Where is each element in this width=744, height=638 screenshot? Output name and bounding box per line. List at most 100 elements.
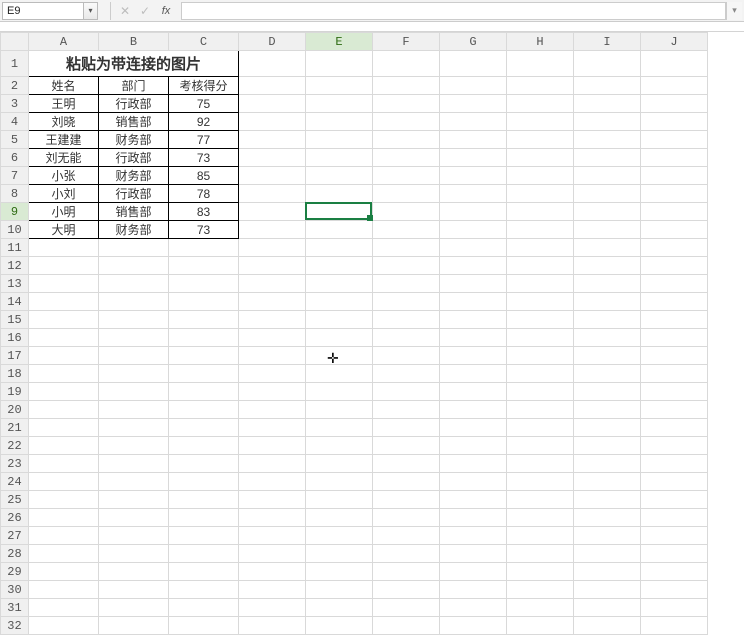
cell-H16[interactable] (507, 329, 574, 347)
cell-B13[interactable] (99, 275, 169, 293)
cell-J22[interactable] (641, 437, 708, 455)
cell-J29[interactable] (641, 563, 708, 581)
cell-H23[interactable] (507, 455, 574, 473)
cell-H17[interactable] (507, 347, 574, 365)
cell-B2[interactable]: 部门 (99, 77, 169, 95)
cell-C10[interactable]: 73 (169, 221, 239, 239)
cell-F7[interactable] (373, 167, 440, 185)
cell-B3[interactable]: 行政部 (99, 95, 169, 113)
cell-H27[interactable] (507, 527, 574, 545)
cell-G8[interactable] (440, 185, 507, 203)
cell-H31[interactable] (507, 599, 574, 617)
cell-F11[interactable] (373, 239, 440, 257)
row-header-24[interactable]: 24 (1, 473, 29, 491)
cell-F9[interactable] (373, 203, 440, 221)
cell-C22[interactable] (169, 437, 239, 455)
col-header-F[interactable]: F (373, 33, 440, 51)
cell-H22[interactable] (507, 437, 574, 455)
cell-E9[interactable] (306, 203, 373, 221)
cell-C16[interactable] (169, 329, 239, 347)
cell-J28[interactable] (641, 545, 708, 563)
row-header-27[interactable]: 27 (1, 527, 29, 545)
cell-A28[interactable] (29, 545, 99, 563)
cell-C8[interactable]: 78 (169, 185, 239, 203)
cell-F3[interactable] (373, 95, 440, 113)
cell-C13[interactable] (169, 275, 239, 293)
cell-B29[interactable] (99, 563, 169, 581)
row-header-23[interactable]: 23 (1, 455, 29, 473)
cell-B31[interactable] (99, 599, 169, 617)
row-header-17[interactable]: 17 (1, 347, 29, 365)
cell-A19[interactable] (29, 383, 99, 401)
cell-A18[interactable] (29, 365, 99, 383)
cell-I17[interactable] (574, 347, 641, 365)
cell-E16[interactable] (306, 329, 373, 347)
row-header-19[interactable]: 19 (1, 383, 29, 401)
cell-H5[interactable] (507, 131, 574, 149)
col-header-H[interactable]: H (507, 33, 574, 51)
cell-B6[interactable]: 行政部 (99, 149, 169, 167)
col-header-J[interactable]: J (641, 33, 708, 51)
cell-D32[interactable] (239, 617, 306, 635)
cell-J17[interactable] (641, 347, 708, 365)
cell-I11[interactable] (574, 239, 641, 257)
cell-D9[interactable] (239, 203, 306, 221)
cell-G27[interactable] (440, 527, 507, 545)
cell-D5[interactable] (239, 131, 306, 149)
row-header-14[interactable]: 14 (1, 293, 29, 311)
col-header-B[interactable]: B (99, 33, 169, 51)
cell-E31[interactable] (306, 599, 373, 617)
cell-B18[interactable] (99, 365, 169, 383)
cell-G18[interactable] (440, 365, 507, 383)
cell-E27[interactable] (306, 527, 373, 545)
cell-J11[interactable] (641, 239, 708, 257)
cell-A13[interactable] (29, 275, 99, 293)
cell-F23[interactable] (373, 455, 440, 473)
cell-E23[interactable] (306, 455, 373, 473)
cell-J15[interactable] (641, 311, 708, 329)
cell-E19[interactable] (306, 383, 373, 401)
cell-D24[interactable] (239, 473, 306, 491)
cell-C17[interactable] (169, 347, 239, 365)
cell-G16[interactable] (440, 329, 507, 347)
cell-F24[interactable] (373, 473, 440, 491)
cell-G5[interactable] (440, 131, 507, 149)
col-header-D[interactable]: D (239, 33, 306, 51)
cell-J7[interactable] (641, 167, 708, 185)
cell-C9[interactable]: 83 (169, 203, 239, 221)
cell-G7[interactable] (440, 167, 507, 185)
cell-G11[interactable] (440, 239, 507, 257)
cell-H7[interactable] (507, 167, 574, 185)
cell-A20[interactable] (29, 401, 99, 419)
cell-G28[interactable] (440, 545, 507, 563)
cell-I3[interactable] (574, 95, 641, 113)
cell-D29[interactable] (239, 563, 306, 581)
cell-H21[interactable] (507, 419, 574, 437)
cell-B14[interactable] (99, 293, 169, 311)
cell-C15[interactable] (169, 311, 239, 329)
cell-F12[interactable] (373, 257, 440, 275)
cell-E10[interactable] (306, 221, 373, 239)
cell-E30[interactable] (306, 581, 373, 599)
cell-I5[interactable] (574, 131, 641, 149)
cell-E12[interactable] (306, 257, 373, 275)
cell-G13[interactable] (440, 275, 507, 293)
cell-A27[interactable] (29, 527, 99, 545)
cell-C18[interactable] (169, 365, 239, 383)
cell-I9[interactable] (574, 203, 641, 221)
cell-I4[interactable] (574, 113, 641, 131)
cell-I10[interactable] (574, 221, 641, 239)
cell-C27[interactable] (169, 527, 239, 545)
cell-H26[interactable] (507, 509, 574, 527)
cell-E2[interactable] (306, 77, 373, 95)
cell-A1[interactable]: 粘贴为带连接的图片 (29, 51, 239, 77)
cell-C5[interactable]: 77 (169, 131, 239, 149)
cell-I28[interactable] (574, 545, 641, 563)
cell-H4[interactable] (507, 113, 574, 131)
cell-H1[interactable] (507, 51, 574, 77)
row-header-15[interactable]: 15 (1, 311, 29, 329)
cell-J6[interactable] (641, 149, 708, 167)
cell-A23[interactable] (29, 455, 99, 473)
cell-H11[interactable] (507, 239, 574, 257)
cell-F32[interactable] (373, 617, 440, 635)
